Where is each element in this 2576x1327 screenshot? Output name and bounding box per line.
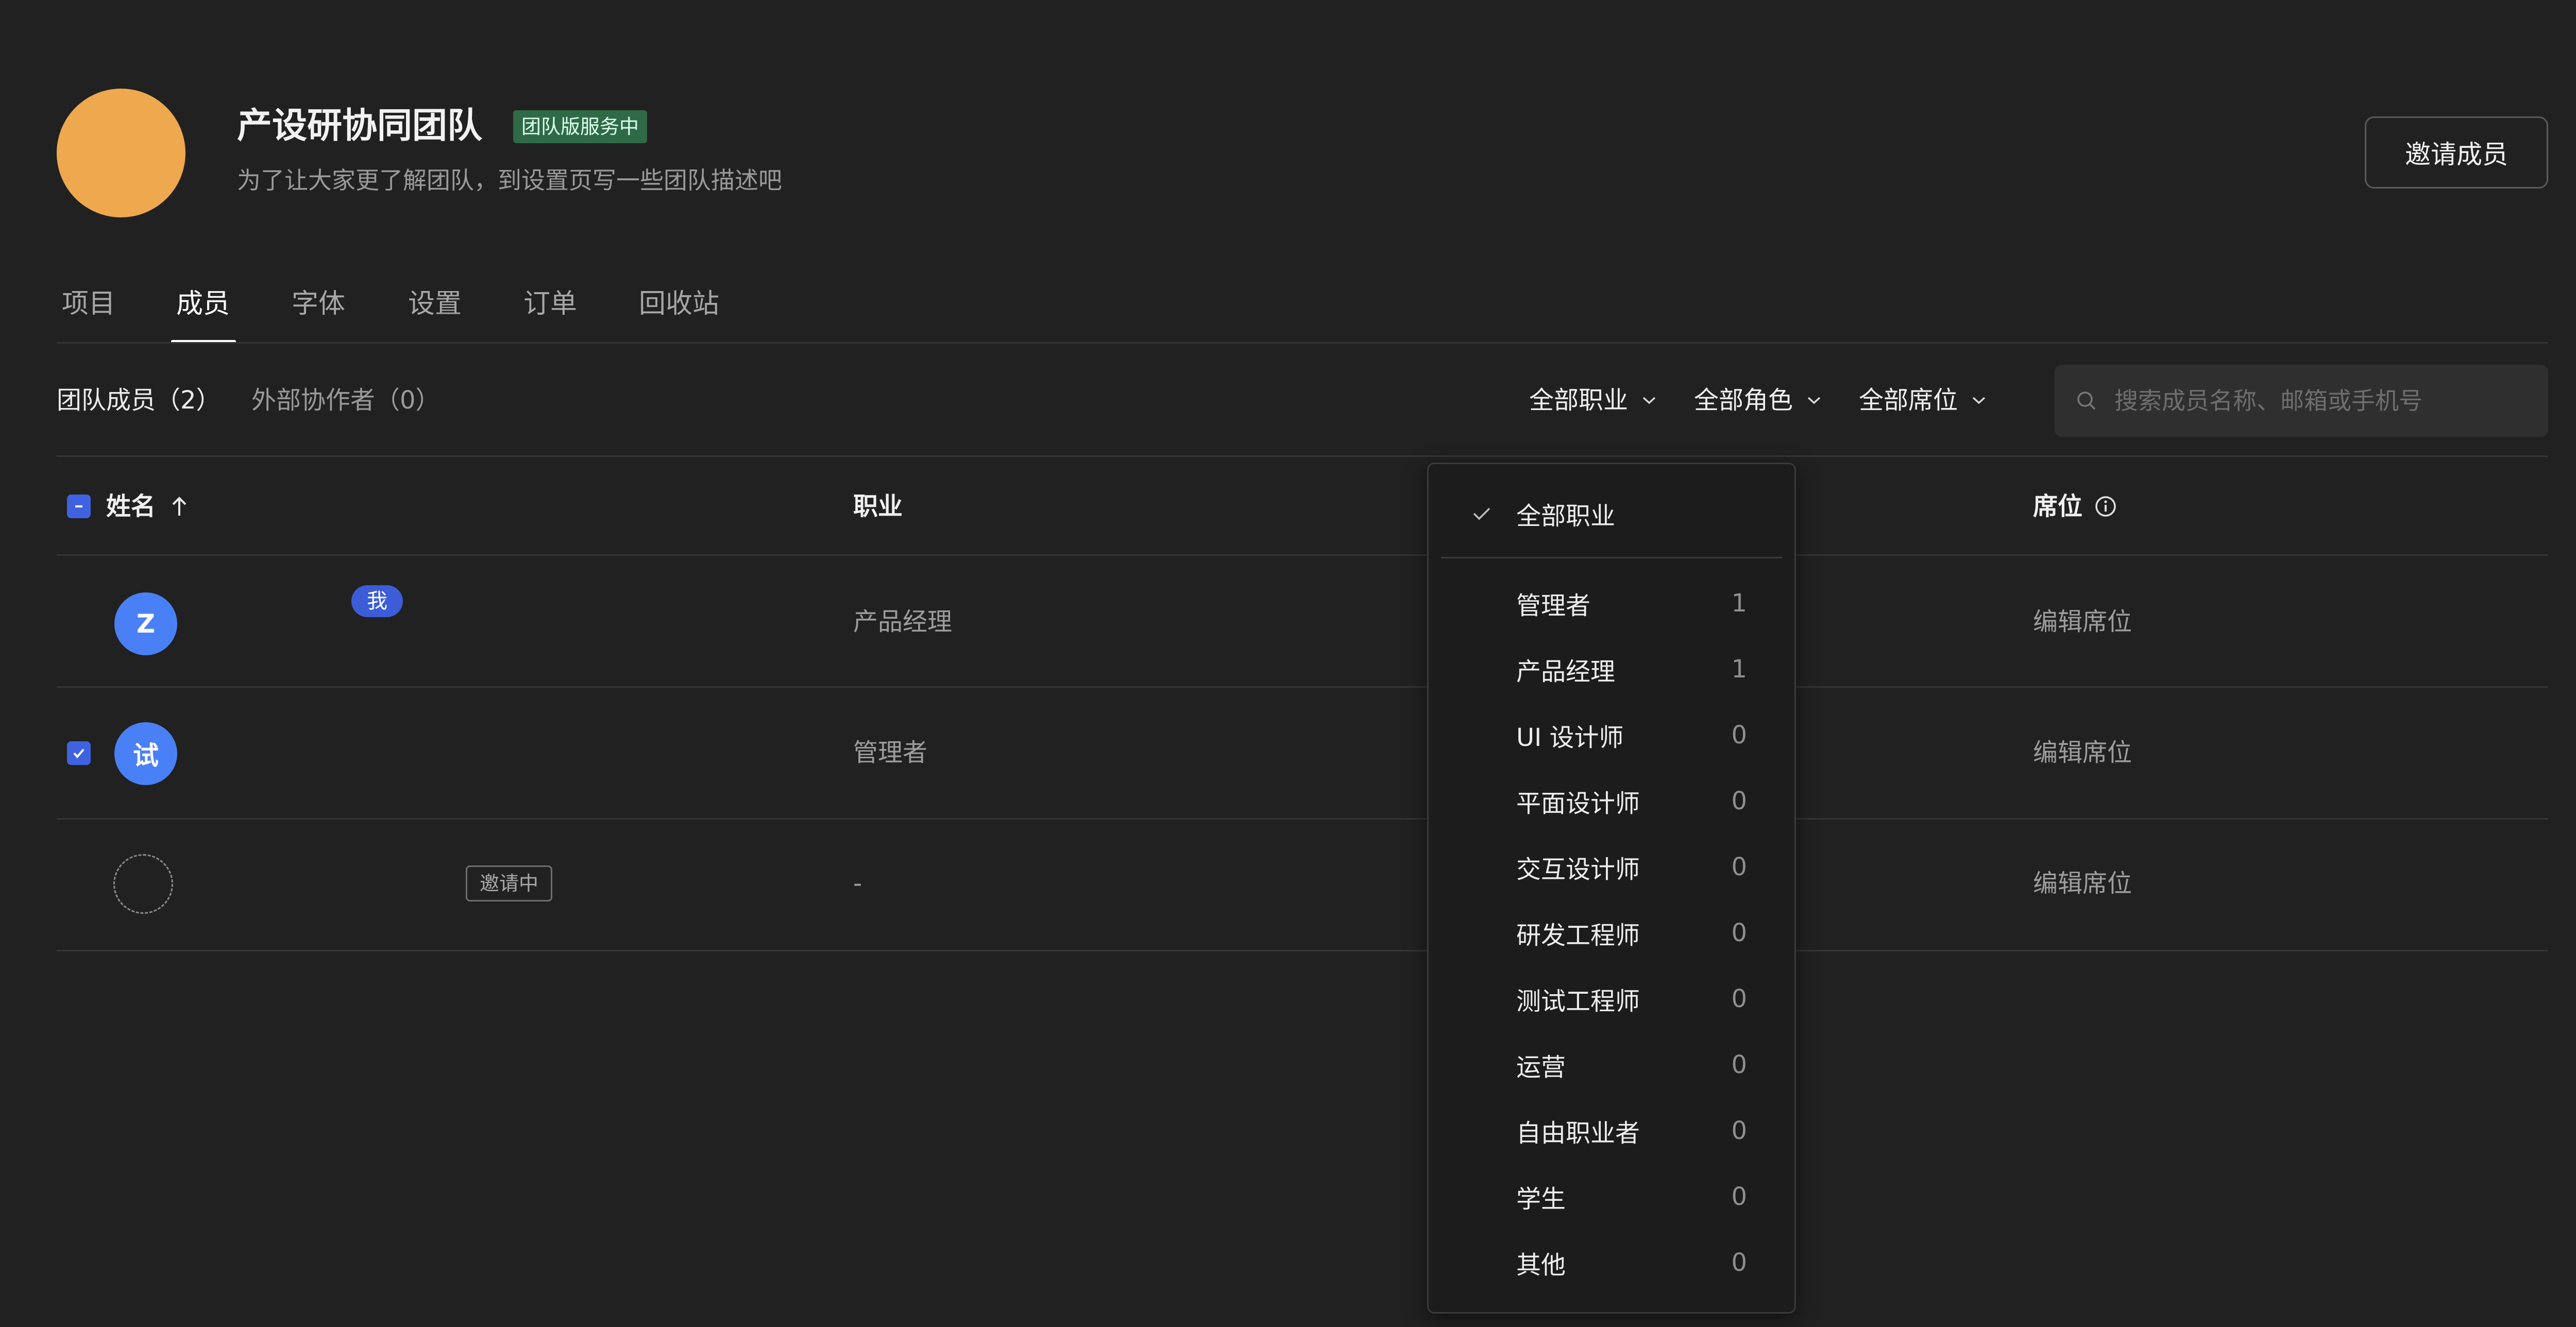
- inviting-badge: 邀请中: [466, 865, 553, 901]
- dropdown-item-count: 0: [1731, 1050, 1747, 1079]
- role-filter[interactable]: 全部角色: [1694, 382, 1822, 418]
- info-icon[interactable]: [2094, 495, 2117, 518]
- dropdown-item-count: 0: [1731, 853, 1747, 881]
- row-divider: [57, 950, 2548, 951]
- team-name: 产设研协同团队: [237, 106, 483, 146]
- occupation-filter-label: 全部职业: [1529, 386, 1629, 415]
- invite-member-button[interactable]: 邀请成员: [2365, 116, 2548, 189]
- table-header-divider: [57, 554, 2548, 556]
- dropdown-item-label: 交互设计师: [1516, 855, 1640, 884]
- subtab-team-members[interactable]: 团队成员（2）: [57, 382, 221, 418]
- dropdown-item-count: 0: [1731, 984, 1747, 1013]
- seat-filter[interactable]: 全部席位: [1859, 382, 1987, 418]
- dropdown-item-count: 1: [1731, 655, 1747, 684]
- role-filter-label: 全部角色: [1694, 386, 1793, 415]
- dropdown-item[interactable]: 平面设计师 0: [1429, 768, 1794, 834]
- tabs-divider: [57, 342, 2548, 344]
- service-status-badge: 团队版服务中: [513, 110, 648, 143]
- pending-avatar: [113, 854, 173, 914]
- dropdown-item[interactable]: 测试工程师 0: [1429, 966, 1794, 1032]
- minus-icon: [75, 505, 82, 507]
- dropdown-item-label: 全部职业: [1516, 502, 1616, 531]
- occupation-dropdown-menu[interactable]: 全部职业 管理者 1 产品经理 1 UI 设计师 0 平面设计师 0 交互设计师…: [1427, 463, 1796, 1314]
- occupation-cell: 产品经理: [853, 607, 953, 636]
- checkmark-icon: [73, 748, 84, 759]
- dropdown-item[interactable]: 其他 0: [1429, 1230, 1794, 1296]
- edit-seat-link[interactable]: 编辑席位: [2033, 865, 2132, 901]
- dropdown-item-label: UI 设计师: [1516, 723, 1624, 752]
- dropdown-item[interactable]: 交互设计师 0: [1429, 834, 1794, 900]
- header-divider: [57, 455, 2548, 457]
- name-column-header[interactable]: 姓名: [67, 488, 190, 524]
- occupation-cell: 管理者: [853, 738, 928, 767]
- member-search-box[interactable]: [2055, 365, 2548, 437]
- dropdown-item-label: 测试工程师: [1516, 987, 1640, 1016]
- sort-ascending-icon[interactable]: [169, 495, 190, 518]
- dropdown-item-count: 0: [1731, 1248, 1747, 1277]
- row-checkbox[interactable]: [67, 741, 91, 765]
- subtab-external-collaborators[interactable]: 外部协作者（0）: [251, 382, 440, 418]
- search-input[interactable]: [2113, 386, 2528, 415]
- row-divider: [57, 686, 2548, 688]
- seat-filter-label: 全部席位: [1859, 386, 1958, 415]
- avatar: 试: [114, 722, 177, 785]
- dropdown-item[interactable]: UI 设计师 0: [1429, 702, 1794, 768]
- dropdown-item-label: 运营: [1516, 1053, 1566, 1082]
- select-all-checkbox[interactable]: [67, 495, 91, 518]
- tab-fonts[interactable]: 字体: [292, 284, 345, 324]
- dropdown-item[interactable]: 产品经理 1: [1429, 636, 1794, 702]
- row-divider: [57, 818, 2548, 820]
- table-row[interactable]: Z 我 产品经理 编辑席位: [0, 556, 2576, 686]
- table-row[interactable]: 邀请中 - 编辑席位: [0, 820, 2576, 950]
- search-icon: [2077, 392, 2096, 410]
- dropdown-item[interactable]: 学生 0: [1429, 1164, 1794, 1230]
- avatar: Z: [114, 592, 177, 655]
- edit-seat-link[interactable]: 编辑席位: [2033, 735, 2132, 771]
- dropdown-item-label: 自由职业者: [1516, 1119, 1640, 1148]
- tab-recycle-bin[interactable]: 回收站: [639, 284, 719, 324]
- dropdown-divider: [1441, 557, 1782, 558]
- dropdown-item-count: 0: [1731, 1116, 1747, 1145]
- dropdown-item-count: 0: [1731, 787, 1747, 815]
- dropdown-item-label: 管理者: [1516, 591, 1591, 620]
- dropdown-item-label: 平面设计师: [1516, 789, 1640, 818]
- dropdown-item-label: 产品经理: [1516, 657, 1616, 686]
- me-badge: 我: [351, 585, 403, 617]
- chevron-down-icon: [1807, 397, 1821, 404]
- tab-projects[interactable]: 项目: [62, 284, 115, 324]
- chevron-down-icon: [1972, 397, 1986, 404]
- dropdown-item-label: 研发工程师: [1516, 921, 1640, 950]
- dropdown-item-count: 1: [1731, 589, 1747, 618]
- dropdown-item-all-occupations[interactable]: 全部职业: [1429, 481, 1794, 547]
- occupation-cell: -: [853, 869, 862, 898]
- table-row[interactable]: 试 管理者 编辑席位: [0, 688, 2576, 818]
- tab-members[interactable]: 成员: [176, 284, 230, 324]
- dropdown-item-count: 0: [1731, 1182, 1747, 1211]
- dropdown-item[interactable]: 研发工程师 0: [1429, 900, 1794, 966]
- dropdown-item[interactable]: 运营 0: [1429, 1032, 1794, 1098]
- tab-settings[interactable]: 设置: [408, 284, 462, 324]
- name-header-label: 姓名: [106, 492, 156, 521]
- dropdown-item-count: 0: [1731, 721, 1747, 750]
- chevron-down-icon: [1642, 397, 1656, 404]
- team-avatar[interactable]: [57, 89, 185, 217]
- occupation-filter[interactable]: 全部职业: [1529, 382, 1657, 418]
- team-description[interactable]: 为了让大家更了解团队，到设置页写一些团队描述吧: [237, 164, 782, 197]
- dropdown-item-count: 0: [1731, 918, 1747, 947]
- dropdown-item-label: 学生: [1516, 1185, 1566, 1214]
- checkmark-icon: [1473, 507, 1490, 520]
- occupation-column-header: 职业: [853, 492, 903, 521]
- dropdown-item-label: 其他: [1516, 1251, 1566, 1280]
- dropdown-item[interactable]: 自由职业者 0: [1429, 1098, 1794, 1164]
- seat-header-label: 席位: [2033, 492, 2083, 521]
- seat-column-header: 席位: [2033, 488, 2117, 524]
- edit-seat-link[interactable]: 编辑席位: [2033, 604, 2132, 640]
- tab-orders[interactable]: 订单: [523, 284, 577, 324]
- dropdown-item[interactable]: 管理者 1: [1429, 570, 1794, 636]
